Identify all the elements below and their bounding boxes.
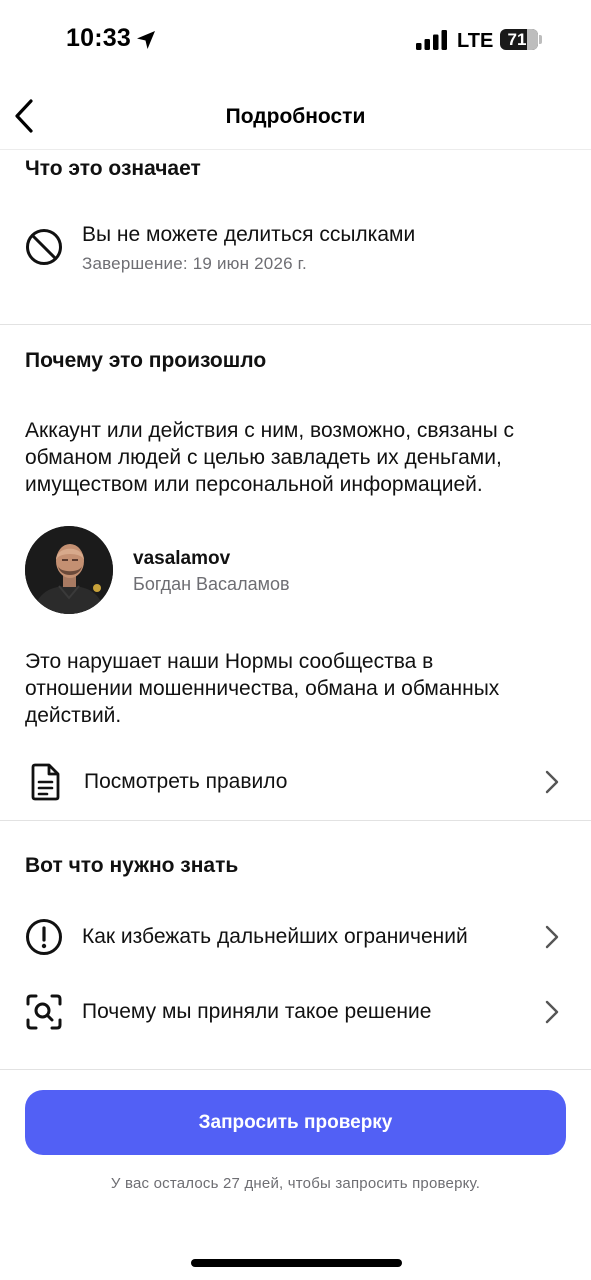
chevron-right-icon (545, 925, 559, 949)
home-indicator (191, 1259, 402, 1267)
divider (0, 1069, 591, 1070)
list-item-label[interactable]: Почему мы приняли такое решение (82, 1000, 431, 1024)
status-bar: 10:33 LTE 71 (0, 0, 591, 80)
account-full-name: Богдан Васаламов (133, 574, 290, 594)
divider (0, 820, 591, 821)
why-description-line: обманом людей с целью завладеть их деньг… (25, 446, 502, 469)
restriction-end-date: Завершение: 19 июн 2026 г. (82, 254, 307, 273)
why-description-line: имуществом или персональной информацией. (25, 473, 483, 496)
view-rule-label[interactable]: Посмотреть правило (84, 770, 287, 794)
restriction-text: Вы не можете делиться ссылками (82, 223, 416, 246)
why-description-line: Аккаунт или действия с ним, возможно, св… (25, 419, 515, 442)
cellular-signal-icon (416, 30, 447, 50)
divider (0, 324, 591, 325)
scan-search-icon (26, 994, 62, 1030)
section-title-need-to-know: Вот что нужно знать (25, 854, 239, 877)
request-review-button[interactable]: Запросить проверку (25, 1090, 566, 1155)
status-time: 10:33 (66, 24, 131, 52)
network-type: LTE (457, 30, 494, 52)
chevron-right-icon (545, 1000, 559, 1024)
account-username[interactable]: vasalamov (133, 548, 230, 570)
battery-level: 71 (507, 30, 527, 49)
violation-line: отношении мошенничества, обмана и обманн… (25, 677, 500, 700)
block-icon (26, 229, 62, 265)
nav-bar: Подробности (0, 88, 591, 150)
avatar-photo (25, 526, 113, 614)
violation-line: Это нарушает наши Нормы сообщества в (25, 650, 434, 673)
document-icon (31, 763, 60, 801)
why-description: Аккаунт или действия с ним, возможно, св… (25, 417, 514, 498)
violation-text: Это нарушает наши Нормы сообщества в отн… (25, 648, 499, 729)
location-arrow-icon (137, 31, 155, 49)
chevron-right-icon (545, 770, 559, 794)
section-title-what-it-means: Что это означает (25, 157, 201, 180)
section-title-why: Почему это произошло (25, 349, 267, 372)
review-deadline-note: У вас осталось 27 дней, чтобы запросить … (110, 1175, 481, 1192)
alert-circle-icon (26, 919, 62, 955)
page-title: Подробности (225, 105, 366, 128)
avatar[interactable] (25, 526, 113, 614)
battery-tip (539, 35, 542, 44)
list-item-label[interactable]: Как избежать дальнейших ограничений (82, 925, 468, 949)
battery-icon: 71 (500, 29, 538, 50)
violation-line: действий. (25, 704, 122, 727)
